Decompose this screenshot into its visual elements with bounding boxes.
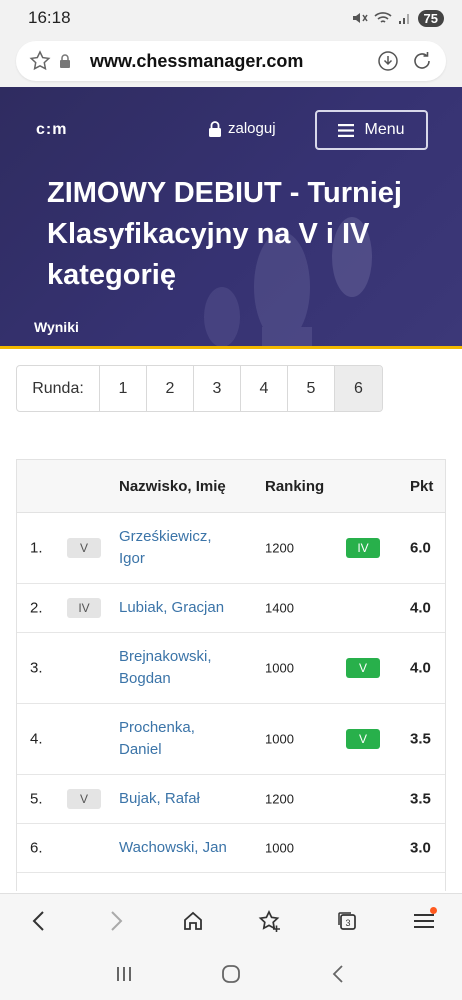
- login-label: zaloguj: [228, 120, 276, 137]
- table-row: 6. Wachowski, Jan 1000 3.0: [17, 824, 445, 873]
- tab-results[interactable]: Wyniki: [34, 319, 79, 335]
- row-points: 4.0: [410, 599, 431, 617]
- row-points: 3.0: [410, 839, 431, 857]
- player-name-link[interactable]: Bujak, Rafał: [119, 788, 259, 810]
- row-ranking: 1200: [265, 791, 294, 807]
- player-name-link[interactable]: Prochenka, Daniel: [119, 717, 239, 761]
- menu-button[interactable]: Menu: [315, 110, 428, 150]
- reload-icon[interactable]: [410, 49, 434, 73]
- table-row: 2. IV Lubiak, Gracjan 1400 4.0: [17, 584, 445, 633]
- row-position: 4.: [30, 730, 43, 748]
- hamburger-icon: [338, 123, 355, 137]
- table-row: 3. Brejnakowski, Bogdan 1000 V 4.0: [17, 633, 445, 704]
- norm-badge: V: [346, 658, 380, 678]
- system-back-icon[interactable]: [318, 954, 358, 994]
- browser-bottom-nav: 3: [0, 893, 462, 947]
- status-icons: 75: [352, 9, 444, 27]
- header-points[interactable]: Pkt: [410, 478, 433, 495]
- recent-apps-icon[interactable]: [104, 954, 144, 994]
- svg-text:3: 3: [345, 918, 350, 928]
- row-ranking: 1200: [265, 540, 294, 556]
- download-icon[interactable]: [376, 49, 400, 73]
- round-button-2[interactable]: 2: [147, 366, 194, 411]
- signal-icon: [398, 14, 409, 24]
- row-ranking: 1000: [265, 660, 294, 676]
- category-badge: V: [67, 538, 101, 558]
- row-position: 3.: [30, 659, 43, 677]
- player-name-link[interactable]: Grześkiewicz, Igor: [119, 526, 239, 570]
- player-name-link[interactable]: Wachowski, Jan: [119, 837, 259, 859]
- url-text[interactable]: www.chessmanager.com: [90, 51, 376, 72]
- battery-level: 75: [417, 9, 444, 27]
- category-badge: IV: [67, 598, 101, 618]
- bookmarks-icon[interactable]: [250, 901, 290, 941]
- table-row: 4. Prochenka, Daniel 1000 V 3.5: [17, 704, 445, 775]
- mute-icon: [352, 13, 368, 23]
- row-position: 6.: [30, 839, 43, 857]
- table-header: Nazwisko, Imię Ranking Pkt: [17, 460, 445, 513]
- page-title: ZIMOWY DEBIUT - Turniej Klasyfikacyjny n…: [47, 177, 402, 291]
- row-position: 5.: [30, 790, 43, 808]
- round-label: Runda:: [17, 366, 100, 411]
- system-nav: [0, 947, 462, 1000]
- row-position: 1.: [30, 539, 43, 557]
- login-link[interactable]: zaloguj: [208, 120, 276, 137]
- row-points: 3.5: [410, 730, 431, 748]
- results-table: Nazwisko, Imię Ranking Pkt 1. V Grześkie…: [16, 459, 446, 891]
- norm-badge: V: [346, 729, 380, 749]
- norm-badge: IV: [346, 538, 380, 558]
- row-points: 3.5: [410, 790, 431, 808]
- row-ranking: 1000: [265, 731, 294, 747]
- round-button-4[interactable]: 4: [241, 366, 288, 411]
- round-button-1[interactable]: 1: [100, 366, 147, 411]
- category-badge: V: [67, 789, 101, 809]
- row-ranking: 1000: [265, 840, 294, 856]
- menu-label: Menu: [364, 121, 405, 138]
- round-button-3[interactable]: 3: [194, 366, 241, 411]
- lock-icon: [58, 49, 72, 73]
- star-icon[interactable]: [28, 49, 52, 73]
- player-name-link[interactable]: Brejnakowski, Bogdan: [119, 646, 239, 690]
- round-button-5[interactable]: 5: [288, 366, 335, 411]
- forward-icon[interactable]: [96, 901, 136, 941]
- tabs-icon[interactable]: 3: [327, 901, 367, 941]
- notification-dot: [429, 906, 437, 914]
- wifi-icon: [373, 12, 392, 23]
- header-ranking[interactable]: Ranking: [265, 478, 324, 495]
- site-logo[interactable]: c:m: [36, 121, 67, 139]
- row-position: 2.: [30, 599, 43, 617]
- round-button-6[interactable]: 6: [335, 366, 382, 411]
- address-bar[interactable]: www.chessmanager.com: [16, 41, 446, 81]
- row-ranking: 1400: [265, 600, 294, 616]
- table-row: 1. V Grześkiewicz, Igor 1200 IV 6.0: [17, 513, 445, 584]
- tab-bar: Wyniki: [0, 317, 462, 349]
- back-icon[interactable]: [19, 901, 59, 941]
- header-name[interactable]: Nazwisko, Imię: [119, 478, 226, 495]
- row-points: 6.0: [410, 539, 431, 557]
- table-row: 5. V Bujak, Rafał 1200 3.5: [17, 775, 445, 824]
- home-icon[interactable]: [173, 901, 213, 941]
- row-points: 4.0: [410, 659, 431, 677]
- browser-toolbar: www.chessmanager.com: [0, 36, 462, 87]
- status-bar: 16:18 75: [0, 0, 462, 36]
- browser-menu-icon[interactable]: [404, 901, 444, 941]
- table-row-partial: [17, 873, 445, 891]
- lock-icon: [209, 120, 221, 137]
- status-time: 16:18: [28, 8, 71, 27]
- site-header: c:m zaloguj Menu ZIMOWY DEBIUT - Turniej…: [0, 87, 462, 349]
- home-button-icon[interactable]: [211, 954, 251, 994]
- round-selector: Runda: 1 2 3 4 5 6: [16, 365, 383, 412]
- player-name-link[interactable]: Lubiak, Gracjan: [119, 597, 259, 619]
